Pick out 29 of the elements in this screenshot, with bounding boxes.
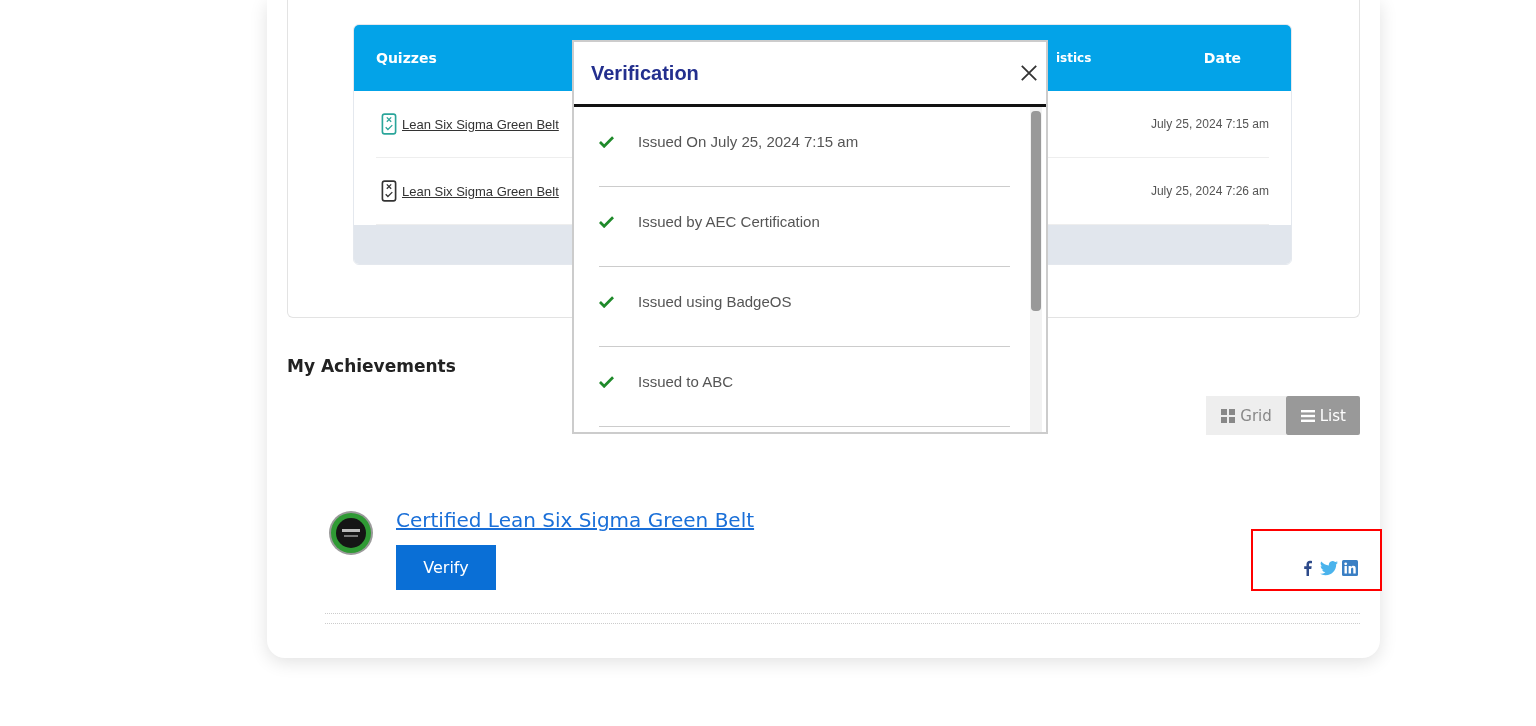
column-header: Quizzes [375, 50, 438, 66]
column-header: istics [1055, 51, 1093, 65]
date-cell: July 25, 2024 7:26 am [1150, 184, 1269, 198]
badge-icon [328, 510, 374, 556]
facebook-icon[interactable] [1303, 560, 1312, 576]
dialog-title: Verification [591, 61, 699, 85]
check-icon [599, 295, 614, 308]
close-icon[interactable] [1020, 64, 1038, 82]
column-header: Date [1202, 50, 1243, 66]
verify-button[interactable]: Verify [396, 545, 496, 590]
linkedin-icon[interactable] [1342, 560, 1358, 576]
achievement-link[interactable]: Certified Lean Six Sigma Green Belt [396, 508, 755, 532]
check-icon [599, 135, 614, 148]
grid-icon [1220, 408, 1237, 423]
verification-item: Issued by AEC Certification [638, 213, 820, 230]
verification-item: Issued to ABC [638, 373, 734, 390]
bird-icon[interactable] [1320, 560, 1338, 576]
view-toggle-button[interactable]: Grid [1206, 396, 1286, 435]
view-toggle-button[interactable]: List [1285, 396, 1360, 435]
quiz-link[interactable]: Lean Six Sigma Green Belt [402, 116, 559, 132]
date-cell: July 25, 2024 7:15 am [1150, 117, 1269, 131]
section-heading: My Achievements [287, 356, 456, 376]
quiz-link[interactable]: Lean Six Sigma Green Belt [402, 183, 559, 199]
check-icon [599, 215, 614, 228]
check-icon [599, 375, 614, 388]
verification-item: Issued using BadgeOS [638, 293, 792, 310]
scrollbar[interactable] [1030, 107, 1042, 432]
verification-item: Issued On July 25, 2024 7:15 am [638, 133, 859, 150]
list-icon [1299, 408, 1316, 423]
